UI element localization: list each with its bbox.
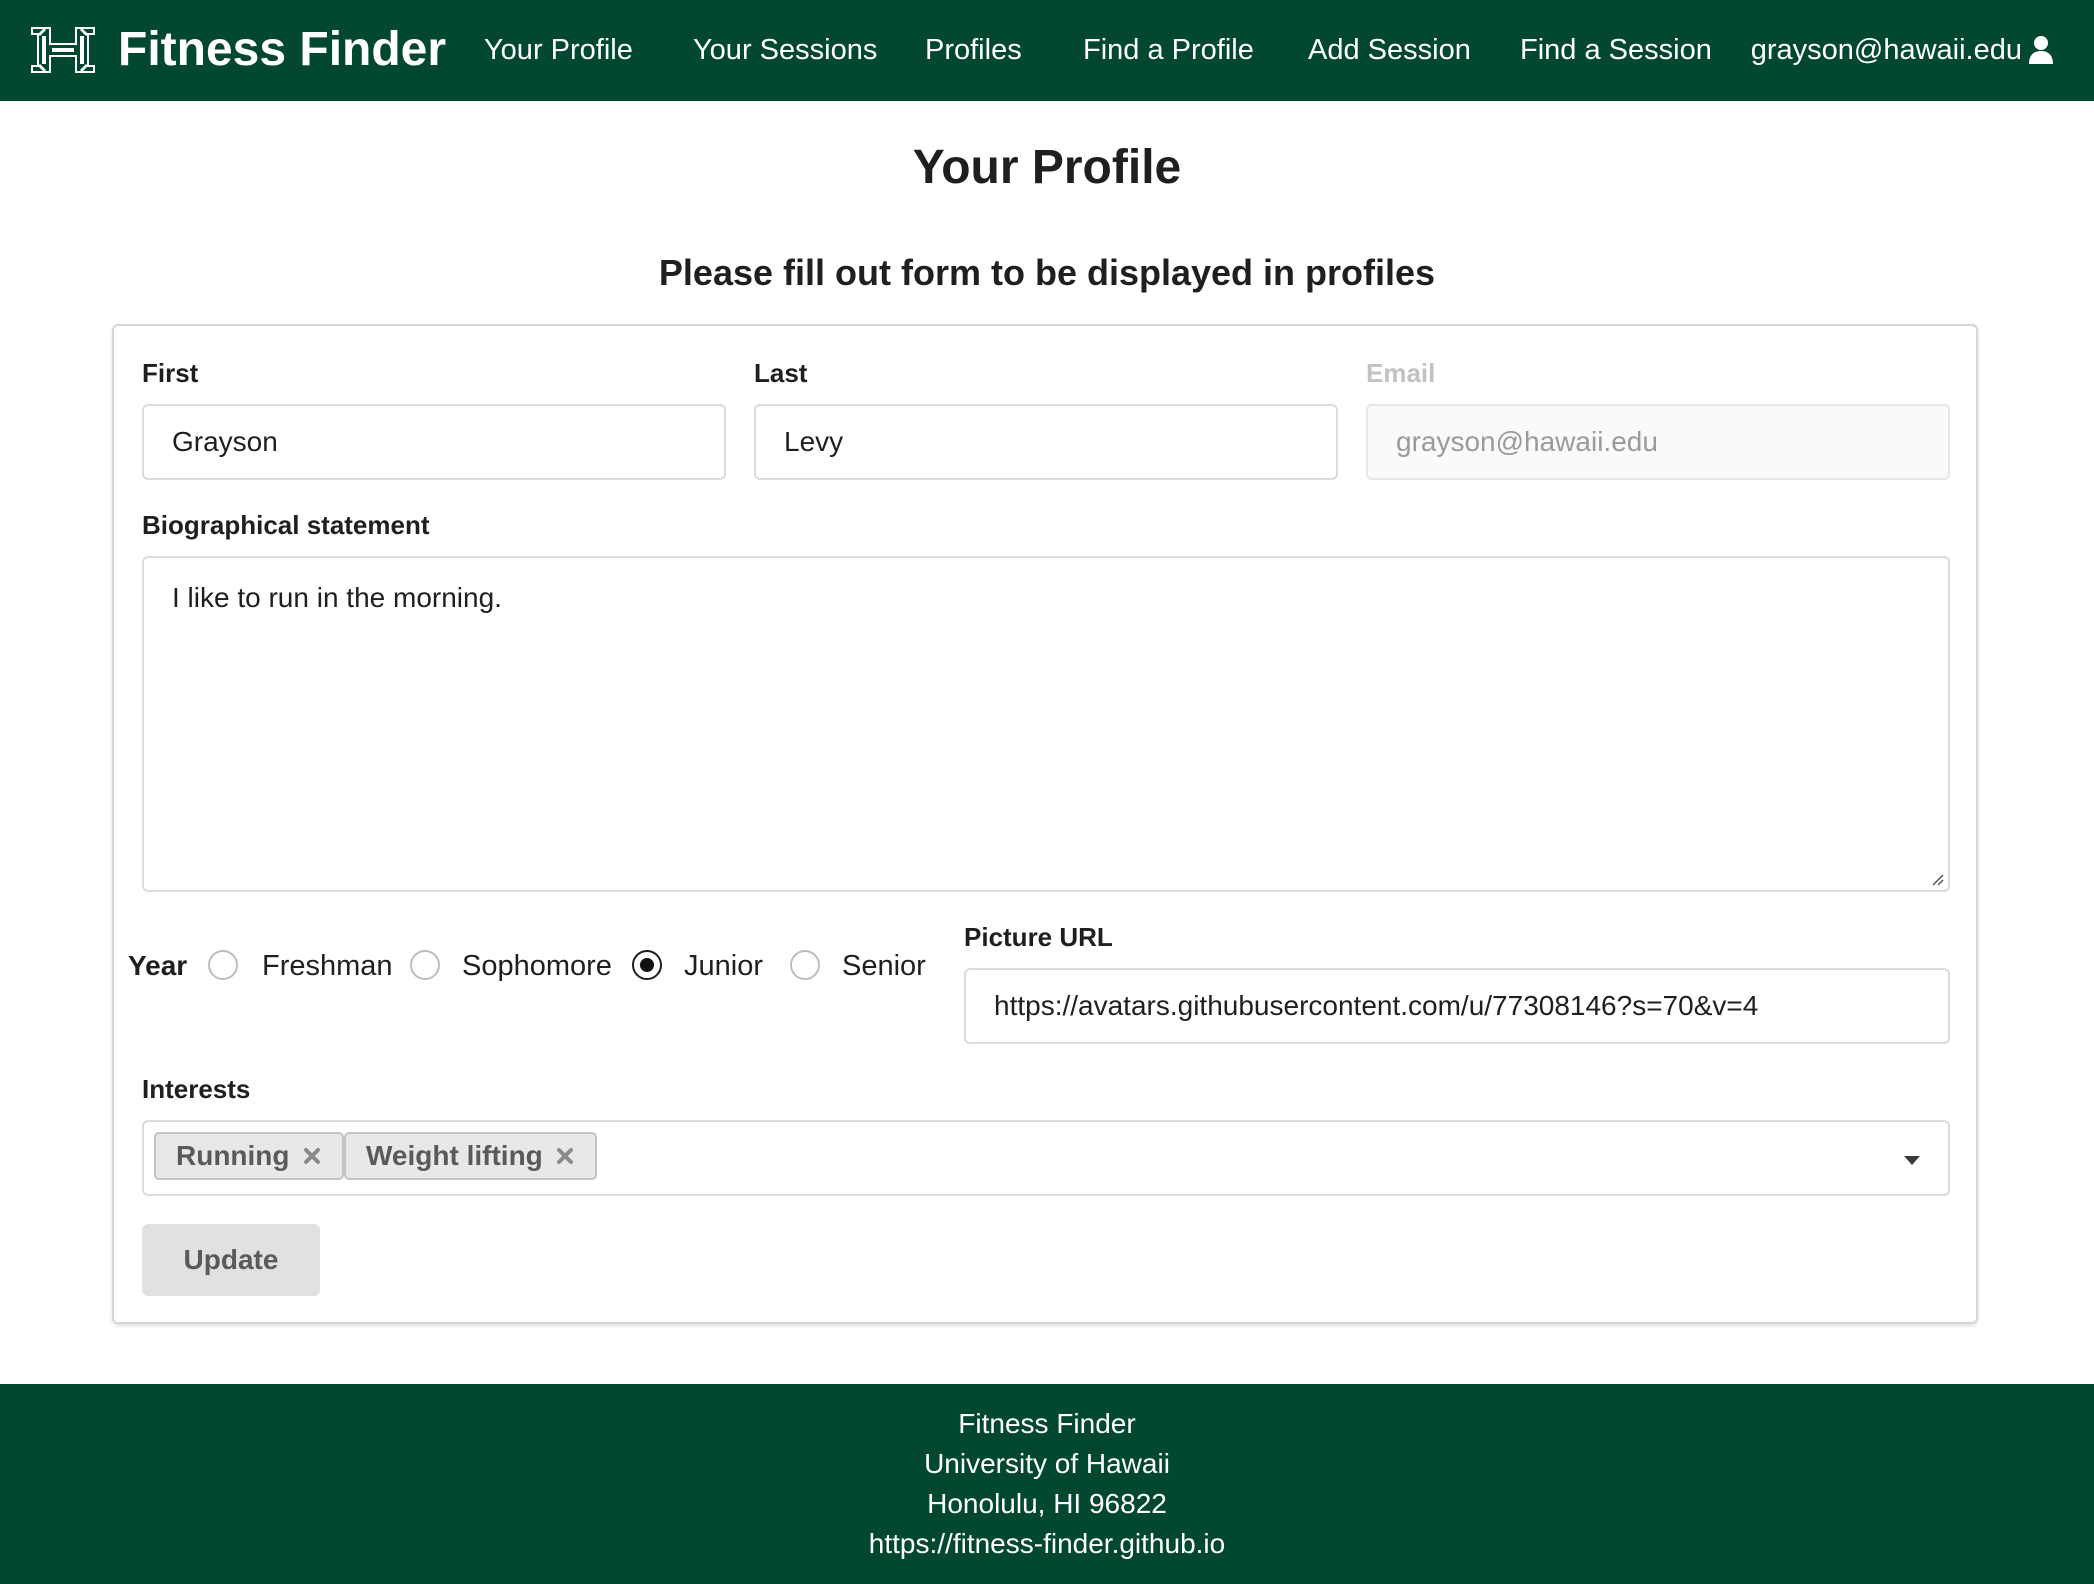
brand-title: Fitness Finder	[118, 23, 447, 76]
year-option-senior[interactable]: Senior	[842, 948, 926, 984]
nav-item-add-session[interactable]: Add Session	[1308, 28, 1471, 72]
hawaii-h-logo-icon	[31, 27, 95, 73]
year-radio-sophomore[interactable]	[410, 950, 440, 980]
nav-item-your-profile[interactable]: Your Profile	[484, 28, 633, 72]
email-field: grayson@hawaii.edu	[1366, 404, 1950, 480]
year-option-junior[interactable]: Junior	[684, 948, 763, 984]
year-radio-senior[interactable]	[790, 950, 820, 980]
interests-multiselect[interactable]: Running Weight lifting	[142, 1120, 1950, 1196]
nav-item-your-sessions[interactable]: Your Sessions	[693, 28, 877, 72]
last-name-label: Last	[754, 358, 808, 388]
profile-form-card: First Grayson Last Levy Email grayson@ha…	[112, 324, 1978, 1324]
page-title: Your Profile	[912, 141, 1182, 194]
bio-textarea[interactable]: I like to run in the morning.	[142, 556, 1950, 892]
email-label: Email	[1366, 358, 1436, 388]
nav-item-find-a-profile[interactable]: Find a Profile	[1083, 28, 1254, 72]
footer-url[interactable]: https://fitness-finder.github.io	[0, 1524, 2094, 1564]
bio-label: Biographical statement	[142, 510, 430, 540]
user-email: grayson@hawaii.edu	[1750, 34, 2022, 66]
interest-chip-running: Running	[154, 1132, 344, 1180]
year-option-freshman[interactable]: Freshman	[262, 948, 393, 984]
interest-chip-weight-lifting: Weight lifting	[344, 1132, 597, 1180]
user-menu[interactable]: grayson@hawaii.edu	[1751, 28, 2054, 72]
footer-university: University of Hawaii	[924, 1448, 1170, 1479]
nav-item-profiles[interactable]: Profiles	[925, 28, 1022, 72]
footer-address: Honolulu, HI 96822	[927, 1488, 1167, 1519]
year-option-sophomore[interactable]: Sophomore	[462, 948, 612, 984]
brand[interactable]: Fitness Finder	[28, 20, 446, 80]
interest-chip-label: Running	[176, 1140, 290, 1171]
close-icon[interactable]	[302, 1146, 322, 1166]
close-icon[interactable]	[555, 1146, 575, 1166]
caret-down-icon[interactable]	[1904, 1156, 1920, 1165]
first-name-label: First	[142, 358, 199, 388]
year-radio-junior[interactable]	[632, 950, 662, 980]
page-subtitle: Please fill out form to be displayed in …	[658, 252, 1436, 293]
picture-url-input[interactable]: https://avatars.githubusercontent.com/u/…	[964, 968, 1950, 1044]
interests-label: Interests	[142, 1074, 251, 1104]
first-name-input[interactable]: Grayson	[142, 404, 726, 480]
bio-text: I like to run in the morning.	[172, 582, 502, 613]
year-radio-freshman[interactable]	[208, 950, 238, 980]
nav-item-find-a-session[interactable]: Find a Session	[1520, 28, 1712, 72]
last-name-input[interactable]: Levy	[754, 404, 1338, 480]
top-navbar: Fitness Finder Your Profile Your Session…	[0, 0, 2094, 101]
user-icon	[2029, 36, 2053, 64]
year-label: Year	[128, 950, 188, 981]
update-button[interactable]: Update	[142, 1224, 320, 1296]
interest-chip-label: Weight lifting	[366, 1140, 543, 1171]
footer-app-name: Fitness Finder	[958, 1408, 1136, 1439]
footer: Fitness Finder University of Hawaii Hono…	[0, 1384, 2094, 1584]
resize-grip-icon[interactable]	[1928, 870, 1944, 886]
picture-url-label: Picture URL	[964, 922, 1113, 952]
